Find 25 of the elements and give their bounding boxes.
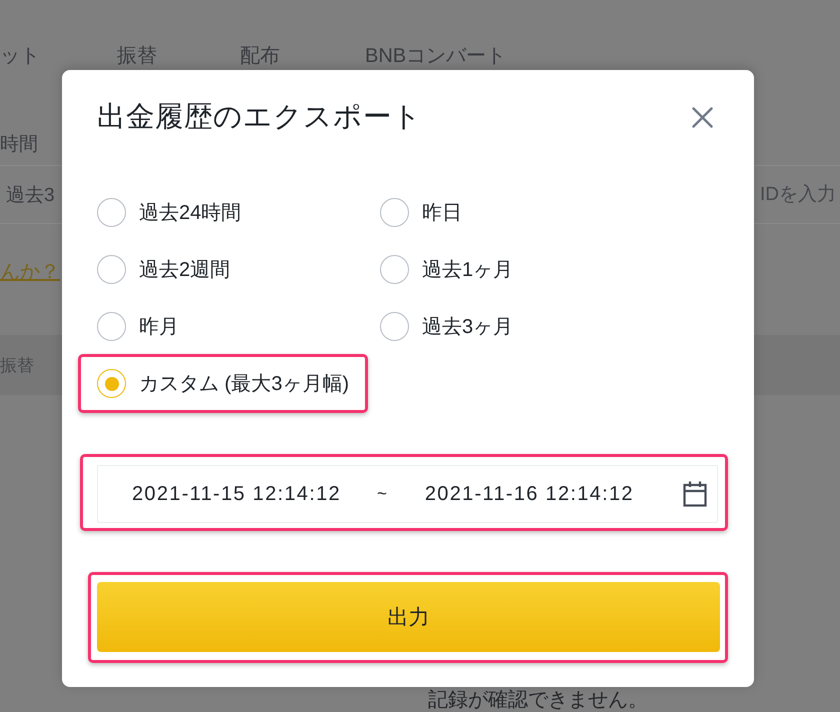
- start-date-value: 2021-11-15 12:14:12: [132, 482, 341, 506]
- radio-circle[interactable]: [97, 312, 126, 341]
- radio-circle[interactable]: [97, 255, 126, 284]
- radio-circle[interactable]: [97, 198, 126, 227]
- radio-option[interactable]: 昨日: [380, 198, 462, 227]
- export-button[interactable]: 出力: [97, 582, 720, 652]
- dialog-title: 出金履歴のエクスポート: [97, 100, 422, 135]
- range-separator: ~: [376, 484, 387, 504]
- radio-option[interactable]: 過去24時間: [97, 198, 242, 227]
- empty-message: 記録が確認できません。: [428, 689, 648, 711]
- radio-option[interactable]: 過去1ヶ月: [380, 255, 514, 284]
- radio-option[interactable]: 過去2週間: [97, 255, 230, 284]
- radio-option[interactable]: 過去3ヶ月: [380, 312, 514, 341]
- radio-circle[interactable]: [97, 369, 126, 398]
- calendar-icon[interactable]: [683, 481, 707, 507]
- radio-circle[interactable]: [380, 312, 409, 341]
- id-input-field[interactable]: IDを入力: [750, 180, 836, 208]
- date-range-field[interactable]: 2021-11-15 12:14:12 ~ 2021-11-16 12:14:12: [97, 465, 718, 523]
- radio-option[interactable]: 昨月: [97, 312, 179, 341]
- radio-option[interactable]: カスタム (最大3ヶ月幅): [97, 369, 349, 398]
- radio-circle[interactable]: [380, 255, 409, 284]
- radio-circle[interactable]: [380, 198, 409, 227]
- close-icon[interactable]: [692, 106, 713, 128]
- end-date-value: 2021-11-16 12:14:12: [424, 482, 634, 506]
- time-label: 時間: [0, 133, 38, 157]
